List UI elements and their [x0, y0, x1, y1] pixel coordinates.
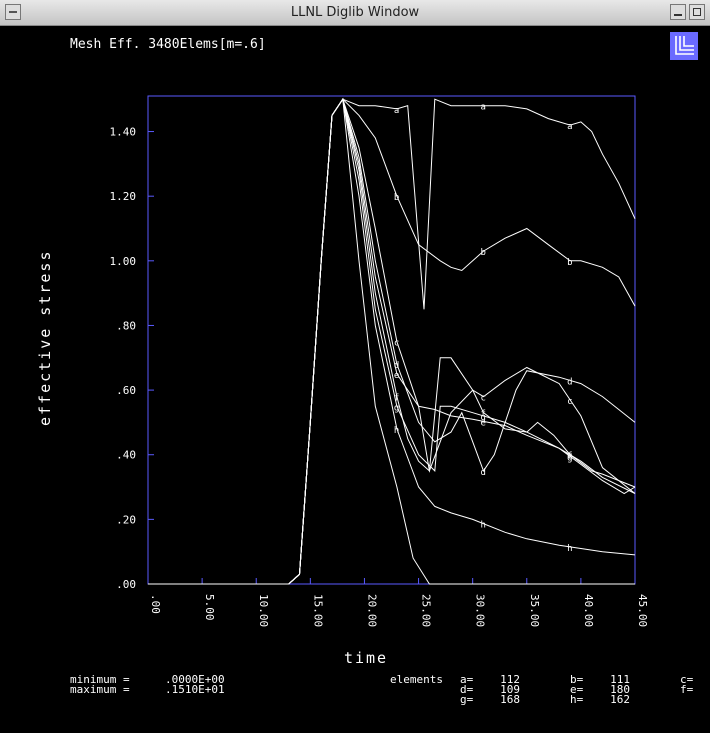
element-value: 162 [610, 693, 630, 706]
series-marker-f: f [394, 394, 399, 404]
x-tick-label: 40.00 [582, 594, 595, 627]
y-tick-label: 1.40 [110, 126, 137, 139]
x-tick-label: 10.00 [257, 594, 270, 627]
series-marker-b: b [480, 248, 485, 258]
y-tick-label: .60 [116, 384, 136, 397]
series-line-f [148, 97, 636, 585]
y-tick-label: .20 [116, 513, 136, 526]
element-key: h= [570, 693, 584, 706]
x-tick-label: 25.00 [420, 594, 433, 627]
maximize-button[interactable] [689, 4, 705, 20]
series-marker-a: a [567, 122, 572, 132]
series-line-b [148, 98, 636, 585]
y-tick-label: 1.20 [110, 190, 137, 203]
x-tick-label: .00 [149, 594, 162, 614]
series-marker-d: d [394, 361, 399, 371]
x-tick-label: 20.00 [365, 594, 378, 627]
x-tick-label: 30.00 [474, 594, 487, 627]
x-axis-label: time [344, 649, 388, 667]
series-line-a [148, 98, 636, 585]
y-tick-label: .40 [116, 449, 136, 462]
series-marker-c: c [567, 397, 572, 407]
series-marker-e: e [394, 371, 399, 381]
series-marker-c: c [480, 394, 485, 404]
series-marker-c: c [394, 339, 399, 349]
series-marker-g: g [567, 453, 572, 463]
series-marker-a: a [394, 106, 399, 116]
llnl-logo-icon [670, 32, 698, 60]
series-marker-b: b [567, 258, 572, 268]
series-marker-h: h [567, 544, 572, 554]
series-marker-g: g [480, 413, 485, 423]
series-marker-h: h [480, 521, 485, 531]
window-titlebar[interactable]: LLNL Diglib Window [0, 0, 710, 26]
series-marker-d: d [567, 377, 572, 387]
y-axis-label: effective stress [36, 250, 54, 427]
series-marker-g: g [394, 403, 399, 413]
element-key: f= [680, 683, 694, 696]
maximum-value: .1510E+01 [165, 683, 225, 696]
y-tick-label: 1.00 [110, 255, 137, 268]
maximum-label: maximum = [70, 683, 130, 696]
series-line-e [148, 97, 636, 585]
series-line-g [148, 97, 636, 585]
chart-svg: Mesh Eff. 3480Elems[m=.6] effective stre… [36, 32, 698, 706]
chart-title: Mesh Eff. 3480Elems[m=.6] [70, 37, 266, 52]
element-value: 168 [500, 693, 520, 706]
y-tick-label: .00 [116, 578, 136, 591]
x-tick-label: 45.00 [636, 594, 649, 627]
series-marker-b: b [394, 193, 399, 203]
x-tick-label: 5.00 [203, 594, 216, 621]
element-key: g= [460, 693, 474, 706]
series-line-d [148, 98, 636, 585]
elements-label: elements [390, 673, 443, 686]
x-tick-label: 15.00 [311, 594, 324, 627]
minimize-button[interactable] [670, 4, 686, 20]
series-marker-d: d [480, 468, 485, 478]
series-line-c [148, 98, 636, 585]
window-title: LLNL Diglib Window [290, 5, 420, 20]
series-line-i [148, 97, 635, 585]
y-tick-label: .80 [116, 319, 136, 332]
series-marker-a: a [480, 103, 485, 113]
series-line-h [148, 97, 636, 585]
plot-canvas: Mesh Eff. 3480Elems[m=.6] effective stre… [0, 26, 710, 729]
series-marker-h: h [394, 426, 399, 436]
x-tick-label: 35.00 [528, 594, 541, 627]
